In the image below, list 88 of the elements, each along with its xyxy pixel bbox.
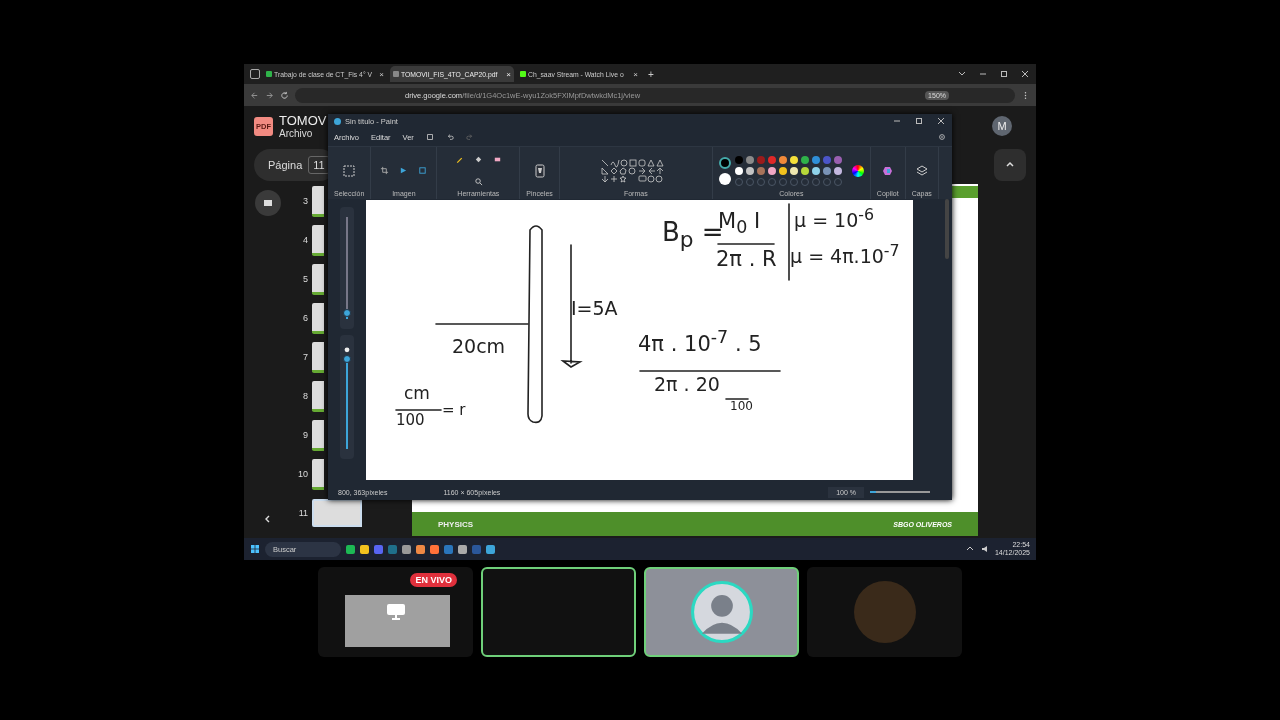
page-number: 11	[297, 508, 308, 518]
color-swatch[interactable]	[833, 155, 842, 164]
paint-app-icon	[334, 117, 341, 125]
page-number: 4	[302, 235, 308, 245]
color-swatch[interactable]	[767, 155, 776, 164]
close-icon[interactable]	[936, 116, 946, 126]
maximize-icon[interactable]	[914, 116, 924, 126]
footer-title: PHYSICS	[438, 519, 474, 529]
color-swatch[interactable]	[734, 155, 743, 164]
handwritten-note: 20cm	[452, 336, 506, 357]
page-number: 6	[302, 313, 308, 323]
color-swatch[interactable]	[756, 166, 765, 175]
crop-icon[interactable]	[380, 166, 390, 175]
color-swatch[interactable]	[800, 155, 809, 164]
color-wheel-icon[interactable]	[851, 164, 864, 177]
page-thumbnail[interactable]	[312, 185, 324, 217]
restore-icon[interactable]	[999, 69, 1009, 79]
image-button[interactable]	[255, 190, 281, 216]
slider-thumb[interactable]	[343, 355, 351, 363]
slider-thumb[interactable]	[343, 308, 351, 317]
document-title: TOMOV	[279, 113, 327, 128]
page-thumbnail[interactable]	[312, 341, 324, 373]
page-thumbnail[interactable]	[312, 302, 324, 334]
participant-tile[interactable]	[807, 567, 962, 657]
reload-icon[interactable]	[280, 90, 289, 100]
participant-tile[interactable]	[481, 567, 636, 657]
page-number: 3	[302, 196, 308, 206]
page-number: 5	[302, 274, 308, 284]
handwritten-note: μ = 10$^{-6}$	[794, 206, 875, 232]
settings-icon[interactable]	[938, 133, 946, 141]
participant-tile[interactable]: EN VIVO	[318, 567, 473, 657]
color-swatch[interactable]	[789, 166, 798, 175]
color-swatch[interactable]	[822, 155, 831, 164]
handwritten-note: I=5A	[571, 298, 618, 319]
handwritten-note: 2π . 20	[654, 374, 720, 395]
layers-icon[interactable]	[914, 163, 929, 178]
speaker-icon[interactable]	[979, 544, 990, 554]
color-swatch[interactable]	[822, 166, 831, 175]
participant-tile[interactable]	[644, 567, 799, 657]
start-icon[interactable]	[250, 544, 260, 554]
color-swatch[interactable]	[800, 166, 809, 175]
color-swatch[interactable]	[767, 166, 776, 175]
live-badge: EN VIVO	[410, 573, 457, 587]
forward-icon[interactable]	[265, 90, 274, 100]
color-swatch[interactable]	[745, 155, 754, 164]
color-swatch[interactable]	[833, 166, 842, 175]
color-swatch[interactable]	[756, 155, 765, 164]
monitor-icon	[385, 603, 406, 621]
handwritten-note: = r	[442, 402, 466, 419]
handwritten-note: 4π . 10$^{-7}$ . 5	[638, 328, 762, 357]
color-swatch[interactable]	[811, 166, 820, 175]
brush-icon[interactable]	[532, 163, 547, 178]
selection-icon[interactable]	[342, 163, 357, 178]
tab-list-icon[interactable]	[250, 69, 260, 79]
color-swatch[interactable]	[778, 155, 787, 164]
handwritten-note: μ = 4π.10$^{-7}$	[790, 242, 900, 268]
page-thumbnail[interactable]	[312, 380, 324, 412]
undo-icon[interactable]	[445, 133, 454, 141]
avatar-silhouette-icon	[690, 581, 753, 643]
magnifier-icon[interactable]	[473, 176, 483, 186]
back-icon[interactable]	[250, 90, 259, 100]
color-swatch[interactable]	[734, 166, 743, 175]
file-menu[interactable]: Archivo	[279, 128, 327, 139]
account-avatar[interactable]: M	[992, 116, 1012, 136]
color-swatch[interactable]	[811, 155, 820, 164]
handwritten-note: 100	[730, 400, 753, 414]
handwritten-note: cm	[404, 384, 430, 403]
page-number: 7	[302, 352, 308, 362]
close-icon[interactable]	[1020, 69, 1030, 79]
pencil-icon[interactable]	[454, 155, 464, 165]
page-number: 8	[302, 391, 308, 401]
handwritten-note: 100	[396, 412, 425, 429]
page-label: Página	[268, 159, 303, 171]
new-tab-button[interactable]: +	[644, 68, 658, 80]
page-thumbnail[interactable]	[312, 419, 324, 451]
opacity-icon	[343, 345, 351, 353]
primary-color-swatch[interactable]	[718, 156, 731, 169]
page-thumbnail[interactable]	[312, 458, 324, 490]
color-swatch[interactable]	[745, 166, 754, 175]
page-number: 10	[297, 469, 308, 479]
color-swatch[interactable]	[778, 166, 787, 175]
page-thumbnail[interactable]	[312, 263, 324, 295]
image-icon	[263, 198, 273, 208]
handwritten-note: 2π . R	[716, 248, 777, 272]
color-swatch[interactable]	[789, 155, 798, 164]
secondary-color-swatch[interactable]	[718, 172, 731, 185]
page-number: 9	[302, 430, 308, 440]
page-thumbnail[interactable]	[312, 224, 324, 256]
